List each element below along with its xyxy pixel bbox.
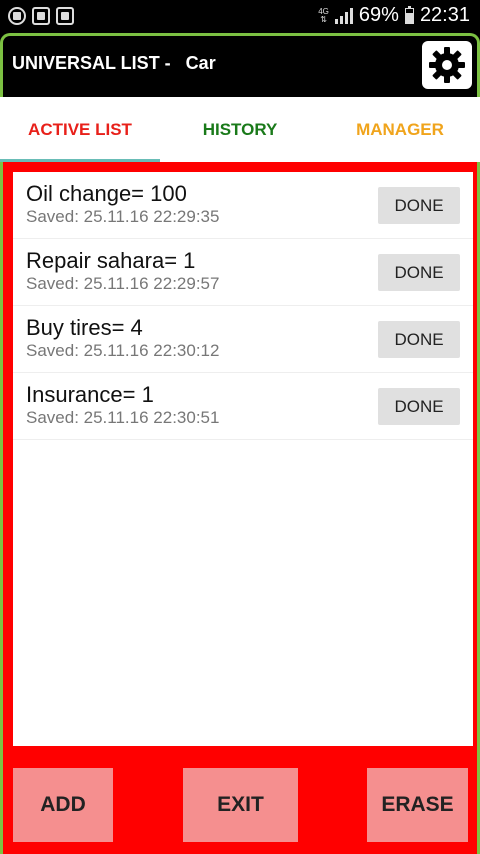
list-panel: Oil change= 100 Saved: 25.11.16 22:29:35… <box>0 162 480 854</box>
app-notification-icon <box>8 7 26 25</box>
item-saved-time: Saved: 25.11.16 22:29:35 <box>26 207 220 226</box>
app-header: UNIVERSAL LIST - Car <box>0 33 480 97</box>
add-button[interactable]: ADD <box>13 768 113 842</box>
signal-icon <box>334 7 353 24</box>
app-title: UNIVERSAL LIST - Car <box>12 53 216 73</box>
done-button[interactable]: DONE <box>378 187 460 224</box>
gear-icon <box>429 47 465 83</box>
erase-button[interactable]: ERASE <box>367 768 468 842</box>
notification-icons <box>8 7 74 25</box>
done-button[interactable]: DONE <box>378 321 460 358</box>
done-button[interactable]: DONE <box>378 388 460 425</box>
battery-icon <box>404 5 414 24</box>
status-bar: 4G ⇅ 69% 22:31 <box>0 0 480 33</box>
tab-history[interactable]: HISTORY <box>160 97 320 162</box>
item-saved-time: Saved: 25.11.16 22:30:51 <box>26 408 220 427</box>
active-list[interactable]: Oil change= 100 Saved: 25.11.16 22:29:35… <box>13 172 473 746</box>
item-title: Oil change= 100 <box>26 181 187 206</box>
settings-button[interactable] <box>422 41 472 89</box>
item-title: Buy tires= 4 <box>26 315 143 340</box>
battery-percent: 69% <box>358 4 399 26</box>
image-icon <box>56 7 74 25</box>
done-button[interactable]: DONE <box>378 254 460 291</box>
item-title: Repair sahara= 1 <box>26 248 196 273</box>
mail-icon <box>32 7 50 25</box>
tab-manager[interactable]: MANAGER <box>320 97 480 162</box>
network-type: 4G ⇅ <box>318 6 329 24</box>
clock: 22:31 <box>419 4 470 26</box>
item-title: Insurance= 1 <box>26 382 154 407</box>
item-saved-time: Saved: 25.11.16 22:29:57 <box>26 274 220 293</box>
list-item[interactable]: Insurance= 1 Saved: 25.11.16 22:30:51 DO… <box>13 373 473 440</box>
item-saved-time: Saved: 25.11.16 22:30:12 <box>26 341 220 360</box>
list-item[interactable]: Buy tires= 4 Saved: 25.11.16 22:30:12 DO… <box>13 306 473 373</box>
tab-bar: ACTIVE LIST HISTORY MANAGER <box>0 97 480 162</box>
tab-active-list[interactable]: ACTIVE LIST <box>0 97 160 162</box>
status-right: 4G ⇅ 69% 22:31 <box>318 4 470 27</box>
exit-button[interactable]: EXIT <box>183 768 298 842</box>
list-item[interactable]: Oil change= 100 Saved: 25.11.16 22:29:35… <box>13 172 473 239</box>
list-item[interactable]: Repair sahara= 1 Saved: 25.11.16 22:29:5… <box>13 239 473 306</box>
